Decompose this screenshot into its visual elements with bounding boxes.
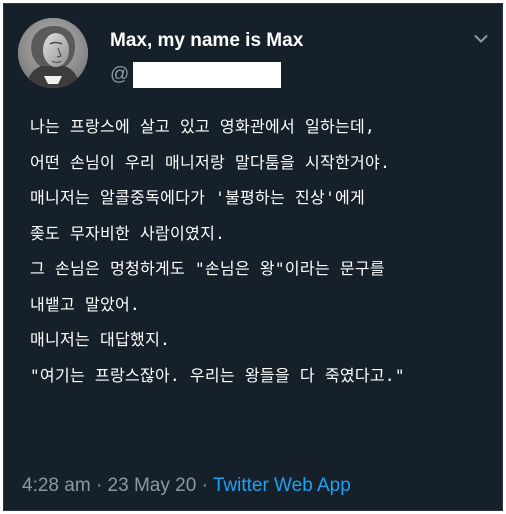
avatar[interactable] (18, 18, 88, 88)
separator-dot: · (202, 475, 213, 496)
tweet-card: Max, my name is Max @ 나는 프랑스에 살고 있고 영화관에… (3, 3, 503, 511)
separator-glyph: · (201, 475, 208, 496)
handle-prefix: @ (110, 64, 130, 85)
avatar-portrait-image (18, 18, 88, 88)
tweet-text-line: "여기는 프랑스잖아. 우리는 왕들을 다 죽였다고." (30, 365, 405, 385)
author-display-name[interactable]: Max, my name is Max (110, 29, 303, 53)
tweet-text: 나는 프랑스에 살고 있고 영화관에서 일하는데, 어떤 손님이 우리 매니저랑… (30, 109, 490, 393)
tweet-text-line: 어떤 손님이 우리 매니저랑 말다툼을 시작한거야. (30, 152, 390, 172)
tweet-text-line: 그 손님은 멍청하게도 "손님은 왕"이라는 문구를 (30, 259, 385, 278)
tweet-text-line: 좆도 무자비한 사람이였지. (30, 223, 226, 243)
tweet-metadata: 4:28 am · 23 May 20 · Twitter Web App (22, 474, 351, 498)
handle-redaction-box (133, 62, 282, 88)
author-handle[interactable]: @ (110, 62, 282, 88)
chevron-down-icon[interactable] (474, 34, 488, 44)
separator-glyph: · (95, 475, 103, 496)
tweet-date[interactable]: 23 May 20 (108, 475, 197, 496)
tweet-text-line: 매니저는 알콜중독에다가 '불평하는 진상'에게 (30, 188, 366, 207)
separator-dot: · (96, 475, 108, 496)
tweet-time[interactable]: 4:28 am (22, 475, 91, 496)
tweet-text-line: 매니저는 대답했지. (30, 330, 171, 349)
tweet-source-link[interactable]: Twitter Web App (213, 475, 351, 496)
tweet-text-line: 나는 프랑스에 살고 있고 영화관에서 일하는데, (30, 117, 375, 136)
tweet-text-line: 내뱉고 말았어. (30, 294, 140, 314)
